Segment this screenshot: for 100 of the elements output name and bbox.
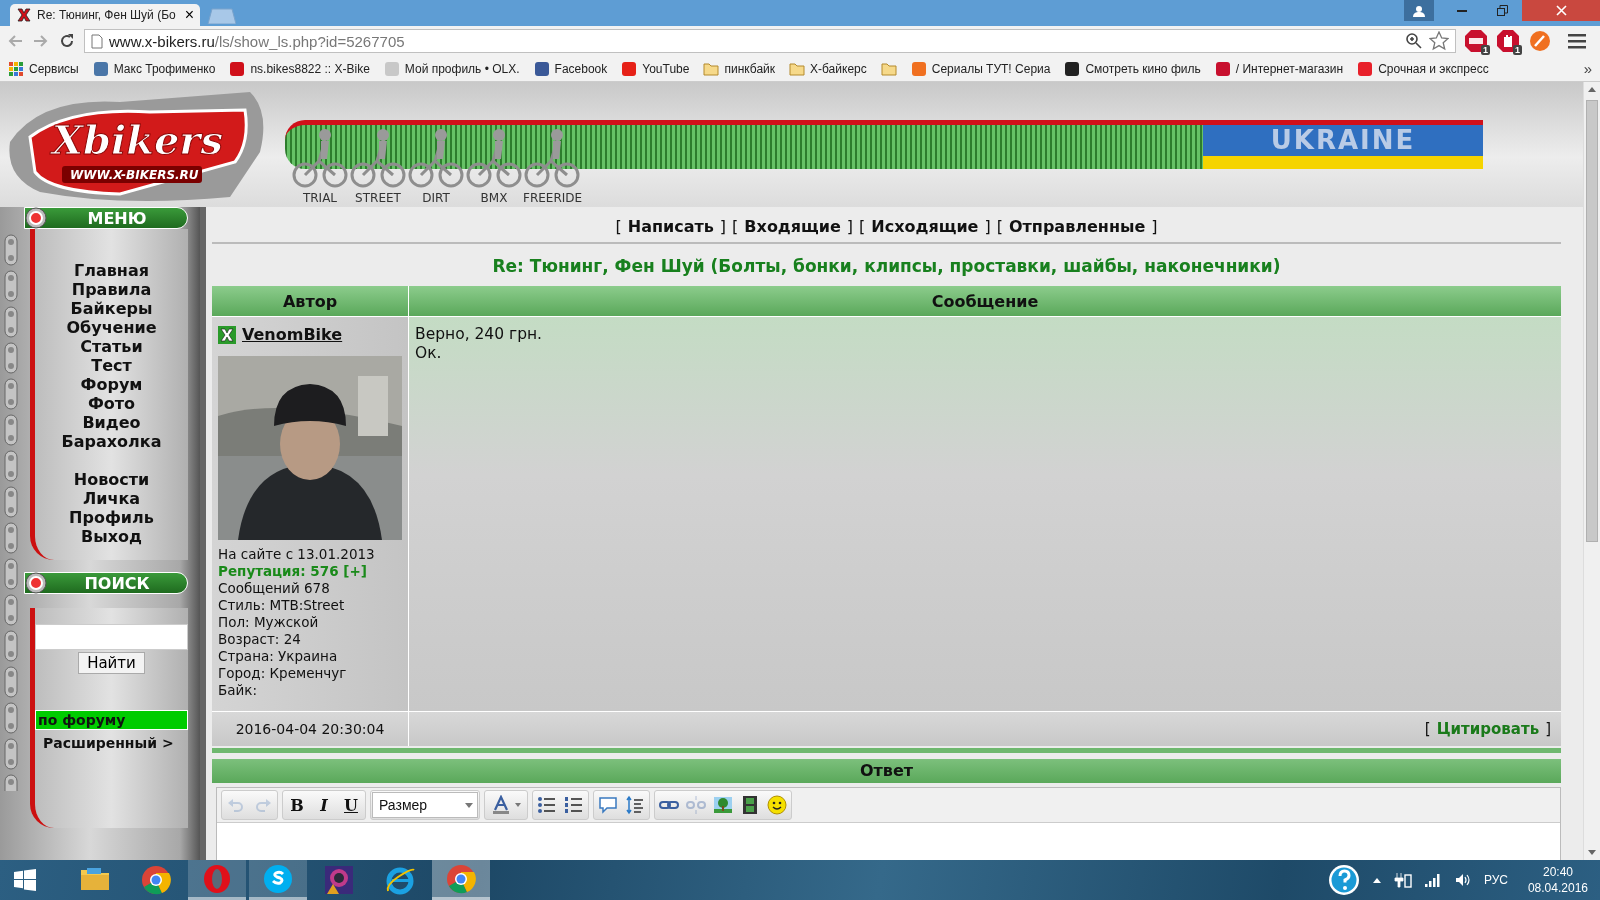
quote-link[interactable]: Цитировать [1436,720,1540,738]
browser-tab[interactable]: Re: Тюнинг, Фен Шуй (Бо × [10,4,200,26]
close-window-button[interactable] [1522,0,1600,21]
menu-button[interactable] [1568,33,1586,49]
folder-link[interactable]: Исходящие [871,217,979,236]
bracket: [ [732,217,739,236]
taskbar-app-button[interactable] [188,860,246,900]
bookmark[interactable]: Макс Трофименко [92,60,216,77]
address-field[interactable]: www.x-bikers.ru/ls/show_ls.php?id=5267705 [84,29,1456,53]
zoom-icon[interactable] [1405,32,1423,50]
signal-icon[interactable] [1423,871,1442,889]
category-link[interactable]: FREERIDE [523,191,581,205]
chrome-icon [140,864,172,896]
bookmark[interactable]: Сервисы [8,60,79,77]
abp-extension-button[interactable]: 1 [1464,29,1488,53]
menu-title: МЕНЮ [86,208,148,228]
octagon-icon [1464,29,1488,53]
bracket: ] [1151,217,1158,236]
search-field[interactable] [35,624,188,650]
site-icon [1357,60,1374,77]
menu-link[interactable]: Личка [82,489,141,508]
folder-link[interactable]: Входящие [744,217,841,236]
search-scope-link[interactable]: по форуму [35,710,188,730]
bracket: [ [859,217,866,236]
folder-link[interactable]: Написать [627,217,714,236]
url-text: www.x-bikers.ru/ls/show_ls.php?id=5267705 [109,32,406,50]
brush-extension-button[interactable] [1528,29,1552,53]
menu-link[interactable]: Байкеры [70,299,153,318]
help-icon[interactable] [1327,864,1360,896]
bookmark[interactable]: Facebook [533,60,608,77]
octagon-icon [1496,29,1520,53]
category-link[interactable]: STREET [349,191,407,205]
menu-link[interactable]: Фото [87,394,136,413]
reply-editor[interactable]: B I U Размер [216,787,1561,860]
more-bookmarks-button[interactable]: » [1583,60,1592,77]
author-link[interactable]: VenomBike [242,325,343,344]
size-dropdown[interactable]: Размер [372,792,478,818]
bookmark[interactable]: Смотреть кино филь [1064,60,1201,77]
folder-link[interactable]: Отправленные [1008,217,1146,236]
user-button[interactable] [1404,0,1434,21]
menu-link[interactable]: Профиль [69,508,154,527]
bookmark[interactable]: Сериалы ТУТ! Сериа [910,60,1051,77]
bookmark[interactable]: ns.bikes8822 :: X-Bike [229,60,370,77]
folder-icon [789,61,805,76]
rank-icon [218,325,236,344]
smiley-button[interactable] [764,792,790,818]
menu-link[interactable]: Тест [91,356,132,375]
category-link[interactable]: BMX [465,191,523,205]
site-icon [92,60,109,77]
menu-link[interactable]: Форум [80,375,143,394]
bookmark[interactable]: Срочная и экспресс [1357,60,1489,77]
underline-button[interactable]: U [338,792,364,818]
stop-extension-button[interactable]: 1 [1496,29,1520,53]
bookmark-folder[interactable]: X-байкерс [789,61,867,76]
italic-button[interactable]: I [311,792,337,818]
site-icon [16,7,32,23]
menu-link[interactable]: Барахолка [61,432,162,451]
language-indicator[interactable]: РУС [1483,873,1508,887]
rider-figure [465,127,523,189]
profile-info: Возраст: 24 [218,631,302,648]
tree-picture-icon [713,795,733,815]
star-icon[interactable] [1429,31,1449,51]
bookmark[interactable]: Мой профиль • OLX. [383,60,520,77]
menu-link[interactable]: Видео [82,413,141,432]
bookmark[interactable]: / Интернет-магазин [1214,60,1344,77]
taskbar-app-button[interactable] [432,860,490,900]
reply-header: Ответ [212,759,1561,783]
scrollbar-thumb[interactable] [1586,100,1598,542]
bold-button[interactable]: B [284,792,310,818]
search-scope-link[interactable]: Расширенный > [35,734,188,752]
skype-icon [262,862,294,895]
rider-figure [523,127,581,189]
message-text: Верно, 240 грн. Ок. [415,325,544,363]
bracket: [ [996,217,1003,236]
close-tab-button[interactable]: × [184,7,194,23]
opera-icon [201,862,233,895]
page-icon [91,33,103,49]
tab-title: Re: Тюнинг, Фен Шуй (Бо [37,8,177,22]
bookmark-folder[interactable]: пинкбайк [703,61,775,76]
menu-link[interactable]: Новости [73,470,150,489]
search-button[interactable]: Найти [78,652,145,674]
menu-link[interactable]: Выход [81,527,142,546]
column-header: Сообщение [409,286,1561,316]
bookmark[interactable]: YouTube [621,60,690,77]
battery-icon[interactable] [1393,871,1412,889]
menu-link[interactable]: Главная [74,261,149,280]
logo-url: WWW.X-BIKERS.RU [70,168,199,182]
reload-button[interactable] [58,32,76,50]
rider-figure [349,127,407,189]
menu-link[interactable]: Статьи [80,337,143,356]
reputation-text: Репутация: 576 [+] [218,563,368,580]
site-icon [229,60,246,77]
category-link[interactable]: DIRT [407,191,465,205]
broken-link-icon [686,795,706,815]
menu-link[interactable]: Правила [71,280,152,299]
menu-link[interactable]: Обучение [66,318,157,337]
clock[interactable]: 20:40 08.04.2016 [1527,864,1588,896]
taskbar-app-button[interactable] [249,860,307,900]
count-badge: 1 [1513,45,1522,55]
category-link[interactable]: TRIAL [291,191,349,205]
